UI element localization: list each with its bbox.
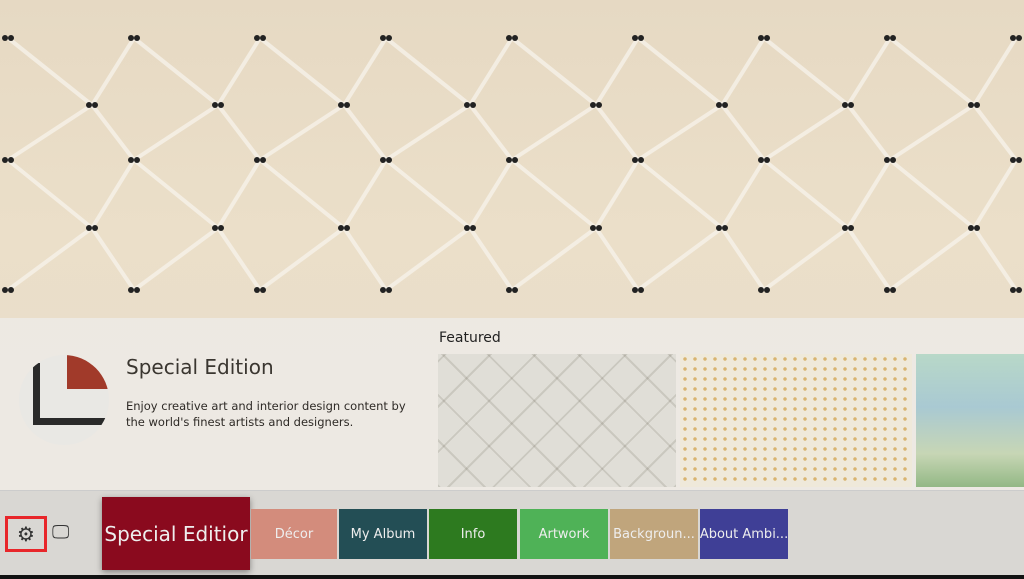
category-special-edition[interactable]: Special Editior [102, 497, 250, 570]
category-background[interactable]: Backgroun... [610, 509, 698, 559]
featured-item-1[interactable] [438, 354, 676, 487]
category-artwork[interactable]: Artwork [520, 509, 608, 559]
featured-label: Featured [439, 330, 501, 346]
category-label: About Ambi... [700, 526, 788, 542]
category-label: Info [460, 526, 486, 542]
category-label: Special Editior [104, 521, 248, 546]
section-title: Special Edition [126, 355, 274, 379]
featured-item-3[interactable] [916, 354, 1024, 487]
category-about-ambient[interactable]: About Ambi... [700, 509, 788, 559]
category-decor[interactable]: Décor [251, 509, 337, 559]
category-label: Artwork [538, 526, 590, 542]
category-my-album[interactable]: My Album [339, 509, 427, 559]
category-label: Backgroun... [613, 526, 695, 542]
featured-item-2[interactable] [680, 354, 912, 487]
tv-icon[interactable]: 🖵 [52, 522, 69, 543]
lattice-pattern [2, 35, 1022, 293]
category-label: My Album [350, 526, 416, 542]
category-label: Décor [274, 526, 314, 542]
section-description: Enjoy creative art and interior design c… [126, 399, 406, 429]
category-info[interactable]: Info [429, 509, 517, 559]
special-edition-thumbnail [19, 355, 109, 445]
gear-icon[interactable]: ⚙ [5, 516, 47, 552]
